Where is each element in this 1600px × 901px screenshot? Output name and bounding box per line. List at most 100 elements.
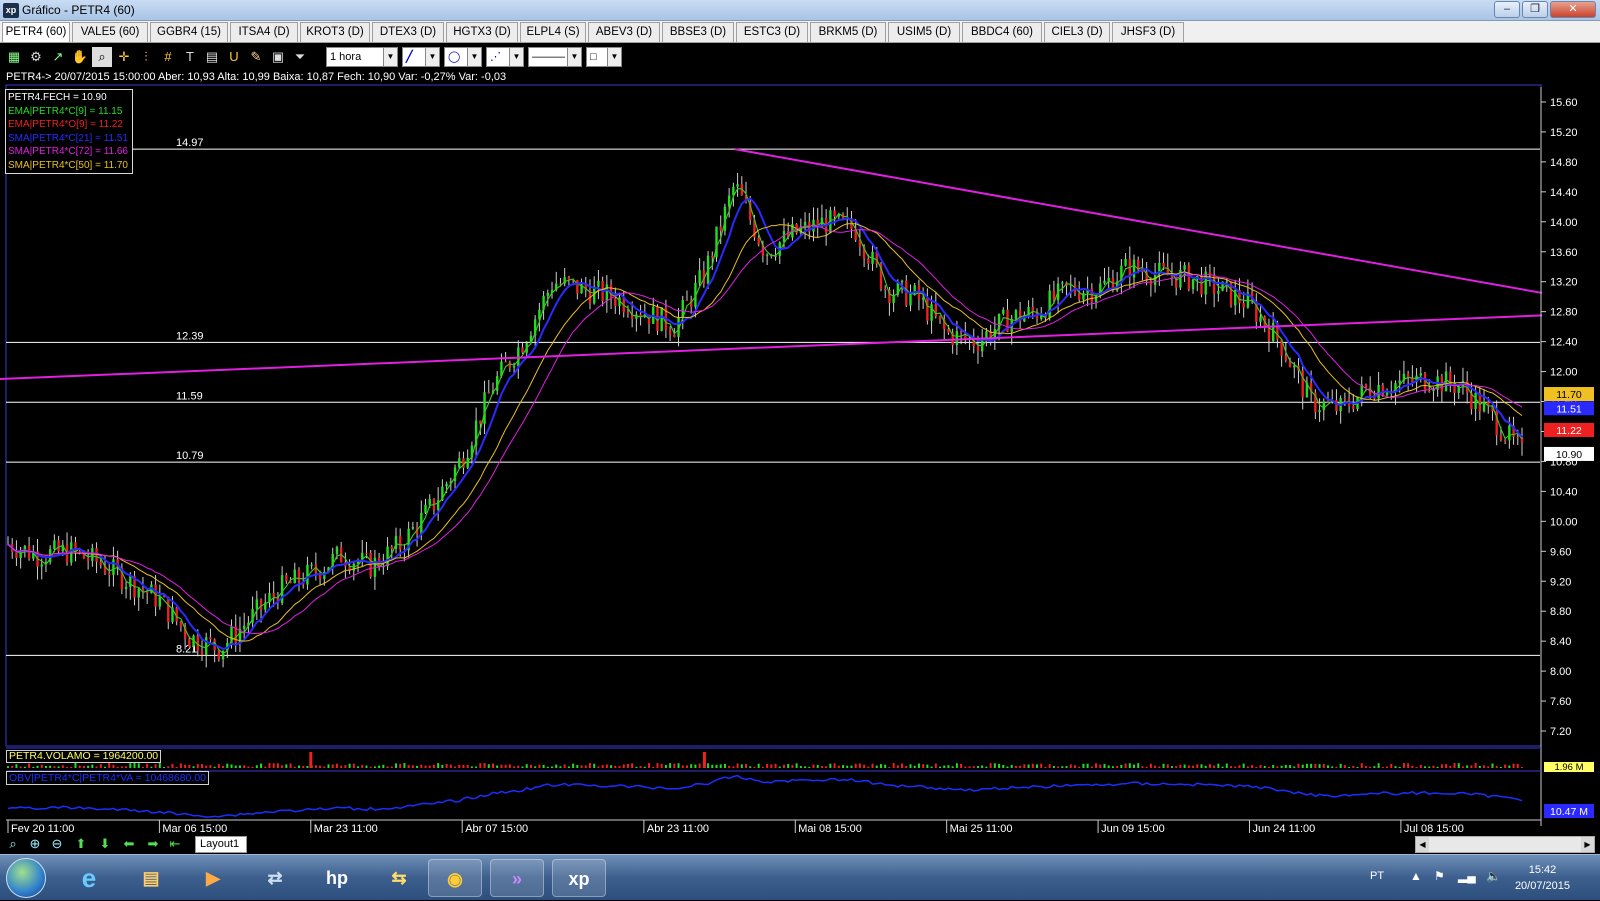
arrow-end-icon[interactable]: ⇤: [166, 836, 184, 852]
volume-bar: [264, 766, 267, 768]
volume-bar: [1196, 764, 1199, 768]
volume-bar: [1432, 765, 1435, 768]
candle-body: [1082, 293, 1085, 300]
chrome-icon[interactable]: ◉: [428, 859, 482, 897]
volume-bar: [462, 764, 465, 768]
candle-body: [1183, 265, 1186, 270]
legend-sma-21: SMA|PETR4*C[21] = 11.51: [8, 132, 128, 144]
price-chart[interactable]: 14.9712.3911.5910.798.21 15.6015.2014.80…: [0, 0, 1600, 834]
price-tag-label: 11.22: [1556, 425, 1582, 437]
volume-bar: [631, 763, 634, 768]
volume-bar: [652, 766, 655, 768]
volume-bar: [677, 763, 680, 768]
scroll-left-icon[interactable]: ◀: [1416, 837, 1429, 852]
candle-body: [1508, 425, 1511, 441]
legend-ema-open-9: EMA|PETR4*O[9] = 11.22: [8, 119, 123, 130]
scroll-right-icon[interactable]: ▶: [1581, 837, 1594, 852]
volume-bar: [723, 763, 726, 768]
volume-bar: [1048, 764, 1051, 768]
volume-bar: [504, 764, 507, 768]
zoom-in-icon[interactable]: ⊕: [26, 836, 44, 852]
arrow-right-icon[interactable]: ➡: [144, 836, 162, 852]
volume-bar: [1217, 763, 1220, 768]
language-indicator[interactable]: PT: [1370, 870, 1384, 882]
x-axis-tick-label: Mar 23 11:00: [314, 823, 378, 834]
volume-bar: [251, 766, 254, 768]
volume-bar: [66, 766, 69, 768]
candle-body: [272, 593, 275, 597]
volume-bar: [1103, 763, 1106, 768]
volume-bar: [753, 766, 756, 768]
arrow-up-icon[interactable]: ⬆: [72, 836, 90, 852]
volume-bar: [200, 764, 203, 768]
media-player-icon[interactable]: ▶: [186, 859, 240, 897]
candle-body: [976, 346, 980, 352]
volume-bar: [1415, 766, 1418, 768]
volume-bar: [1327, 765, 1330, 768]
volume-bar: [669, 763, 672, 768]
folder-sync-icon[interactable]: ⇆: [372, 859, 426, 897]
volume-bar: [1225, 763, 1228, 768]
candle-body: [867, 258, 870, 264]
volume-bar: [972, 766, 975, 768]
volume-bar: [1086, 763, 1089, 768]
volume-bar: [799, 766, 802, 768]
volume-bar: [129, 763, 132, 768]
candle-body: [1149, 280, 1153, 285]
candle-body: [1499, 435, 1503, 441]
volume-bar: [1474, 763, 1477, 768]
volume-bar: [993, 763, 996, 768]
arrow-down-icon[interactable]: ⬇: [96, 836, 114, 852]
candle-body: [1217, 290, 1220, 294]
volume-bar: [1187, 765, 1190, 768]
file-explorer-icon[interactable]: ▤: [124, 859, 178, 897]
volume-bar: [1027, 764, 1030, 768]
volume-bar: [572, 763, 575, 768]
volume-bar: [546, 766, 549, 768]
volume-bar: [745, 763, 748, 768]
volume-bar: [357, 766, 360, 768]
internet-explorer-icon[interactable]: e: [62, 859, 116, 897]
candle-body: [1423, 373, 1427, 391]
candle-body: [15, 552, 18, 558]
volume-bar: [11, 765, 14, 768]
volume-bar: [534, 766, 537, 768]
candle-body: [909, 293, 912, 306]
xp-app-icon[interactable]: xp: [552, 859, 606, 897]
candle-body: [179, 621, 183, 627]
volume-bar: [1073, 765, 1076, 768]
x-axis-tick-label: Mar 06 15:00: [162, 823, 227, 834]
volume-bar: [1310, 763, 1313, 768]
volume-bar: [690, 764, 693, 768]
arrow-app-icon[interactable]: »: [490, 859, 544, 897]
volume-bar: [382, 764, 385, 768]
zoom-out-icon[interactable]: ⊖: [48, 836, 66, 852]
volume-bar: [901, 763, 904, 768]
candle-body: [765, 254, 769, 256]
price-tag-label: 11.70: [1556, 389, 1582, 401]
volume-bar: [1031, 763, 1034, 768]
layout-tab[interactable]: Layout1: [195, 836, 247, 853]
zoom-icon[interactable]: ⌕: [4, 836, 22, 852]
candle-body: [78, 551, 81, 553]
signal-icon[interactable]: ▂▄: [1458, 869, 1476, 883]
hp-icon[interactable]: hp: [310, 859, 364, 897]
volume-icon[interactable]: 🔈: [1486, 869, 1501, 883]
flag-icon[interactable]: ⚑: [1434, 869, 1445, 883]
volume-bar: [1162, 763, 1165, 768]
horizontal-scrollbar[interactable]: ◀ ▶: [1415, 836, 1595, 853]
clock[interactable]: 15:42 20/07/2015: [1515, 862, 1570, 894]
volume-bar: [816, 765, 819, 768]
tray-expand-icon[interactable]: ▲: [1410, 869, 1422, 883]
candle-body: [1259, 316, 1262, 322]
volume-bar: [656, 763, 659, 768]
volume-bar: [736, 763, 739, 768]
candle-body: [1052, 290, 1056, 301]
volume-bar: [551, 766, 554, 768]
network-app-icon[interactable]: ⇄: [248, 859, 302, 897]
candle-body: [129, 575, 132, 587]
arrow-left-icon[interactable]: ⬅: [120, 836, 138, 852]
start-orb-icon[interactable]: [6, 858, 46, 898]
volume-bar: [1487, 766, 1490, 768]
volume-bar: [171, 763, 174, 768]
